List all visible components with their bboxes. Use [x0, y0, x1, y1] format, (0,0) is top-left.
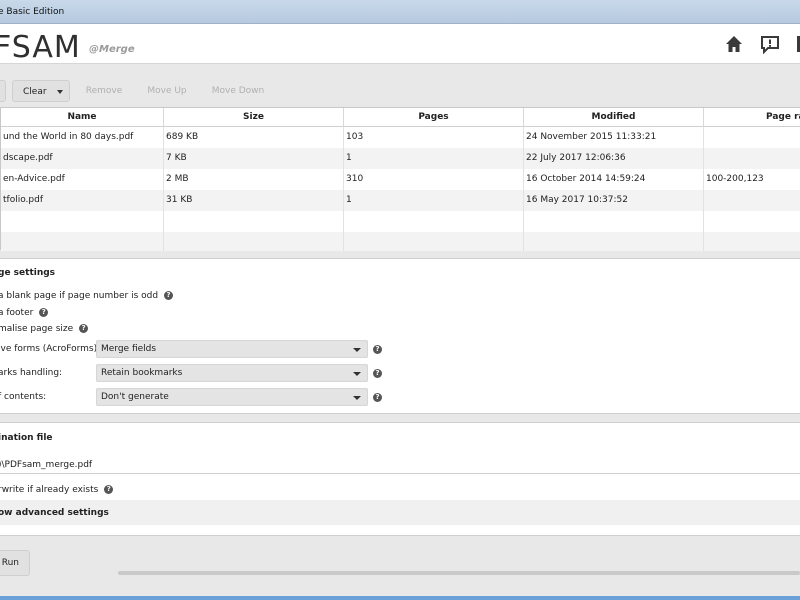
notification-icon[interactable]: [760, 34, 780, 54]
files-table[interactable]: Name Size Pages Modified Page ra und the…: [0, 107, 800, 251]
table-row[interactable]: en-Advice.pdf 2 MB 310 16 October 2014 1…: [1, 169, 800, 190]
cell-name: dscape.pdf: [1, 148, 164, 169]
cell-modified: 22 July 2017 12:06:36: [524, 148, 704, 169]
column-header-modified[interactable]: Modified: [524, 108, 704, 127]
forms-label: ive forms (AcroForms):: [0, 344, 101, 354]
destination-path-field[interactable]: )\PDFsam_merge.pdf: [0, 451, 800, 474]
advanced-settings-toggle[interactable]: ow advanced settings: [0, 500, 800, 525]
cell-size: 31 KB: [164, 190, 344, 211]
cell-modified: 16 October 2014 14:59:24: [524, 169, 704, 190]
cell-page-range[interactable]: [704, 190, 800, 211]
destination-panel: ination file )\PDFsam_merge.pdf rwrite i…: [0, 422, 800, 536]
table-row[interactable]: und the World in 80 days.pdf 689 KB 103 …: [1, 127, 800, 148]
toc-value: Don't generate: [101, 392, 169, 402]
footer-label: a footer: [0, 308, 34, 318]
normalise-label: malise page size: [0, 324, 74, 334]
cell-size: 689 KB: [164, 127, 344, 148]
window-bottom-border: [0, 596, 800, 600]
cell-size: 2 MB: [164, 169, 344, 190]
clear-button[interactable]: Clear: [12, 80, 70, 102]
cell-size: 7 KB: [164, 148, 344, 169]
advanced-settings-label: ow advanced settings: [0, 508, 109, 518]
column-header-name[interactable]: Name: [1, 108, 164, 127]
cell-pages: 310: [344, 169, 524, 190]
help-icon[interactable]: ?: [39, 308, 49, 317]
module-name: @Merge: [89, 44, 135, 55]
forms-value: Merge fields: [101, 344, 157, 354]
table-row-empty: [1, 211, 800, 232]
blank-page-label: a blank page if page number is odd: [0, 291, 159, 301]
help-icon[interactable]: ?: [164, 291, 174, 300]
help-icon[interactable]: ?: [79, 324, 89, 333]
merge-settings-panel: ge settings a blank page if page number …: [0, 258, 800, 414]
blank-page-option[interactable]: a blank page if page number is odd?: [0, 291, 174, 301]
window-titlebar: e Basic Edition: [0, 0, 800, 24]
help-icon[interactable]: ?: [373, 369, 382, 378]
help-icon[interactable]: ?: [104, 485, 114, 494]
footer-option[interactable]: a footer?: [0, 308, 49, 318]
overwrite-option[interactable]: rwrite if already exists?: [0, 485, 114, 495]
destination-title: ination file: [0, 433, 53, 443]
cell-page-range[interactable]: [704, 148, 800, 169]
cell-name: en-Advice.pdf: [1, 169, 164, 190]
cell-empty: [1, 211, 164, 232]
column-header-page-range[interactable]: Page ra: [704, 108, 800, 127]
add-button[interactable]: [0, 80, 6, 102]
column-header-size[interactable]: Size: [164, 108, 344, 127]
remove-button[interactable]: Remove: [80, 80, 128, 102]
cell-empty: [524, 232, 704, 251]
cell-pages: 1: [344, 148, 524, 169]
cell-empty: [164, 211, 344, 232]
cell-pages: 103: [344, 127, 524, 148]
chevron-down-icon: [353, 396, 361, 400]
table-row[interactable]: tfolio.pdf 31 KB 1 16 May 2017 10:37:52: [1, 190, 800, 211]
help-icon[interactable]: ?: [373, 345, 382, 354]
progress-bar: [118, 571, 800, 575]
move-up-button[interactable]: Move Up: [140, 80, 194, 102]
destination-path-value: )\PDFsam_merge.pdf: [0, 460, 93, 470]
bookmarks-select[interactable]: Retain bookmarks: [96, 364, 368, 382]
cell-modified: 24 November 2015 11:33:21: [524, 127, 704, 148]
table-row-empty: [1, 232, 800, 251]
cell-empty: [524, 211, 704, 232]
cell-name: und the World in 80 days.pdf: [1, 127, 164, 148]
bookmarks-label: arks handling:: [0, 368, 63, 378]
chevron-down-icon: [353, 348, 361, 352]
clear-label: Clear: [23, 87, 47, 97]
cell-empty: [1, 232, 164, 251]
table-header: Name Size Pages Modified Page ra: [1, 108, 800, 127]
toc-label: f contents:: [0, 392, 47, 402]
cell-page-range[interactable]: 100-200,123: [704, 169, 800, 190]
column-header-pages[interactable]: Pages: [344, 108, 524, 127]
help-icon[interactable]: ?: [373, 393, 382, 402]
window-title: e Basic Edition: [0, 7, 65, 17]
table-body: und the World in 80 days.pdf 689 KB 103 …: [1, 127, 800, 251]
toolbar: Clear Remove Move Up Move Down: [0, 74, 800, 106]
overwrite-label: rwrite if already exists: [0, 485, 99, 495]
chevron-down-icon: [57, 90, 63, 94]
cell-empty: [344, 232, 524, 251]
merge-settings-title: ge settings: [0, 268, 56, 278]
bookmarks-value: Retain bookmarks: [101, 368, 183, 378]
cell-empty: [164, 232, 344, 251]
cell-pages: 1: [344, 190, 524, 211]
cell-modified: 16 May 2017 10:37:52: [524, 190, 704, 211]
run-button[interactable]: Run: [0, 550, 30, 576]
cell-page-range[interactable]: [704, 127, 800, 148]
chevron-down-icon: [353, 372, 361, 376]
move-down-button[interactable]: Move Down: [206, 80, 270, 102]
forms-select[interactable]: Merge fields: [96, 340, 368, 358]
app-logo: FSAM: [0, 30, 81, 65]
normalise-option[interactable]: malise page size?: [0, 324, 89, 334]
table-row[interactable]: dscape.pdf 7 KB 1 22 July 2017 12:06:36: [1, 148, 800, 169]
app-header: FSAM @Merge: [0, 24, 800, 65]
toc-select[interactable]: Don't generate: [96, 388, 368, 406]
cell-name: tfolio.pdf: [1, 190, 164, 211]
cell-empty: [344, 211, 524, 232]
home-icon[interactable]: [724, 34, 744, 54]
